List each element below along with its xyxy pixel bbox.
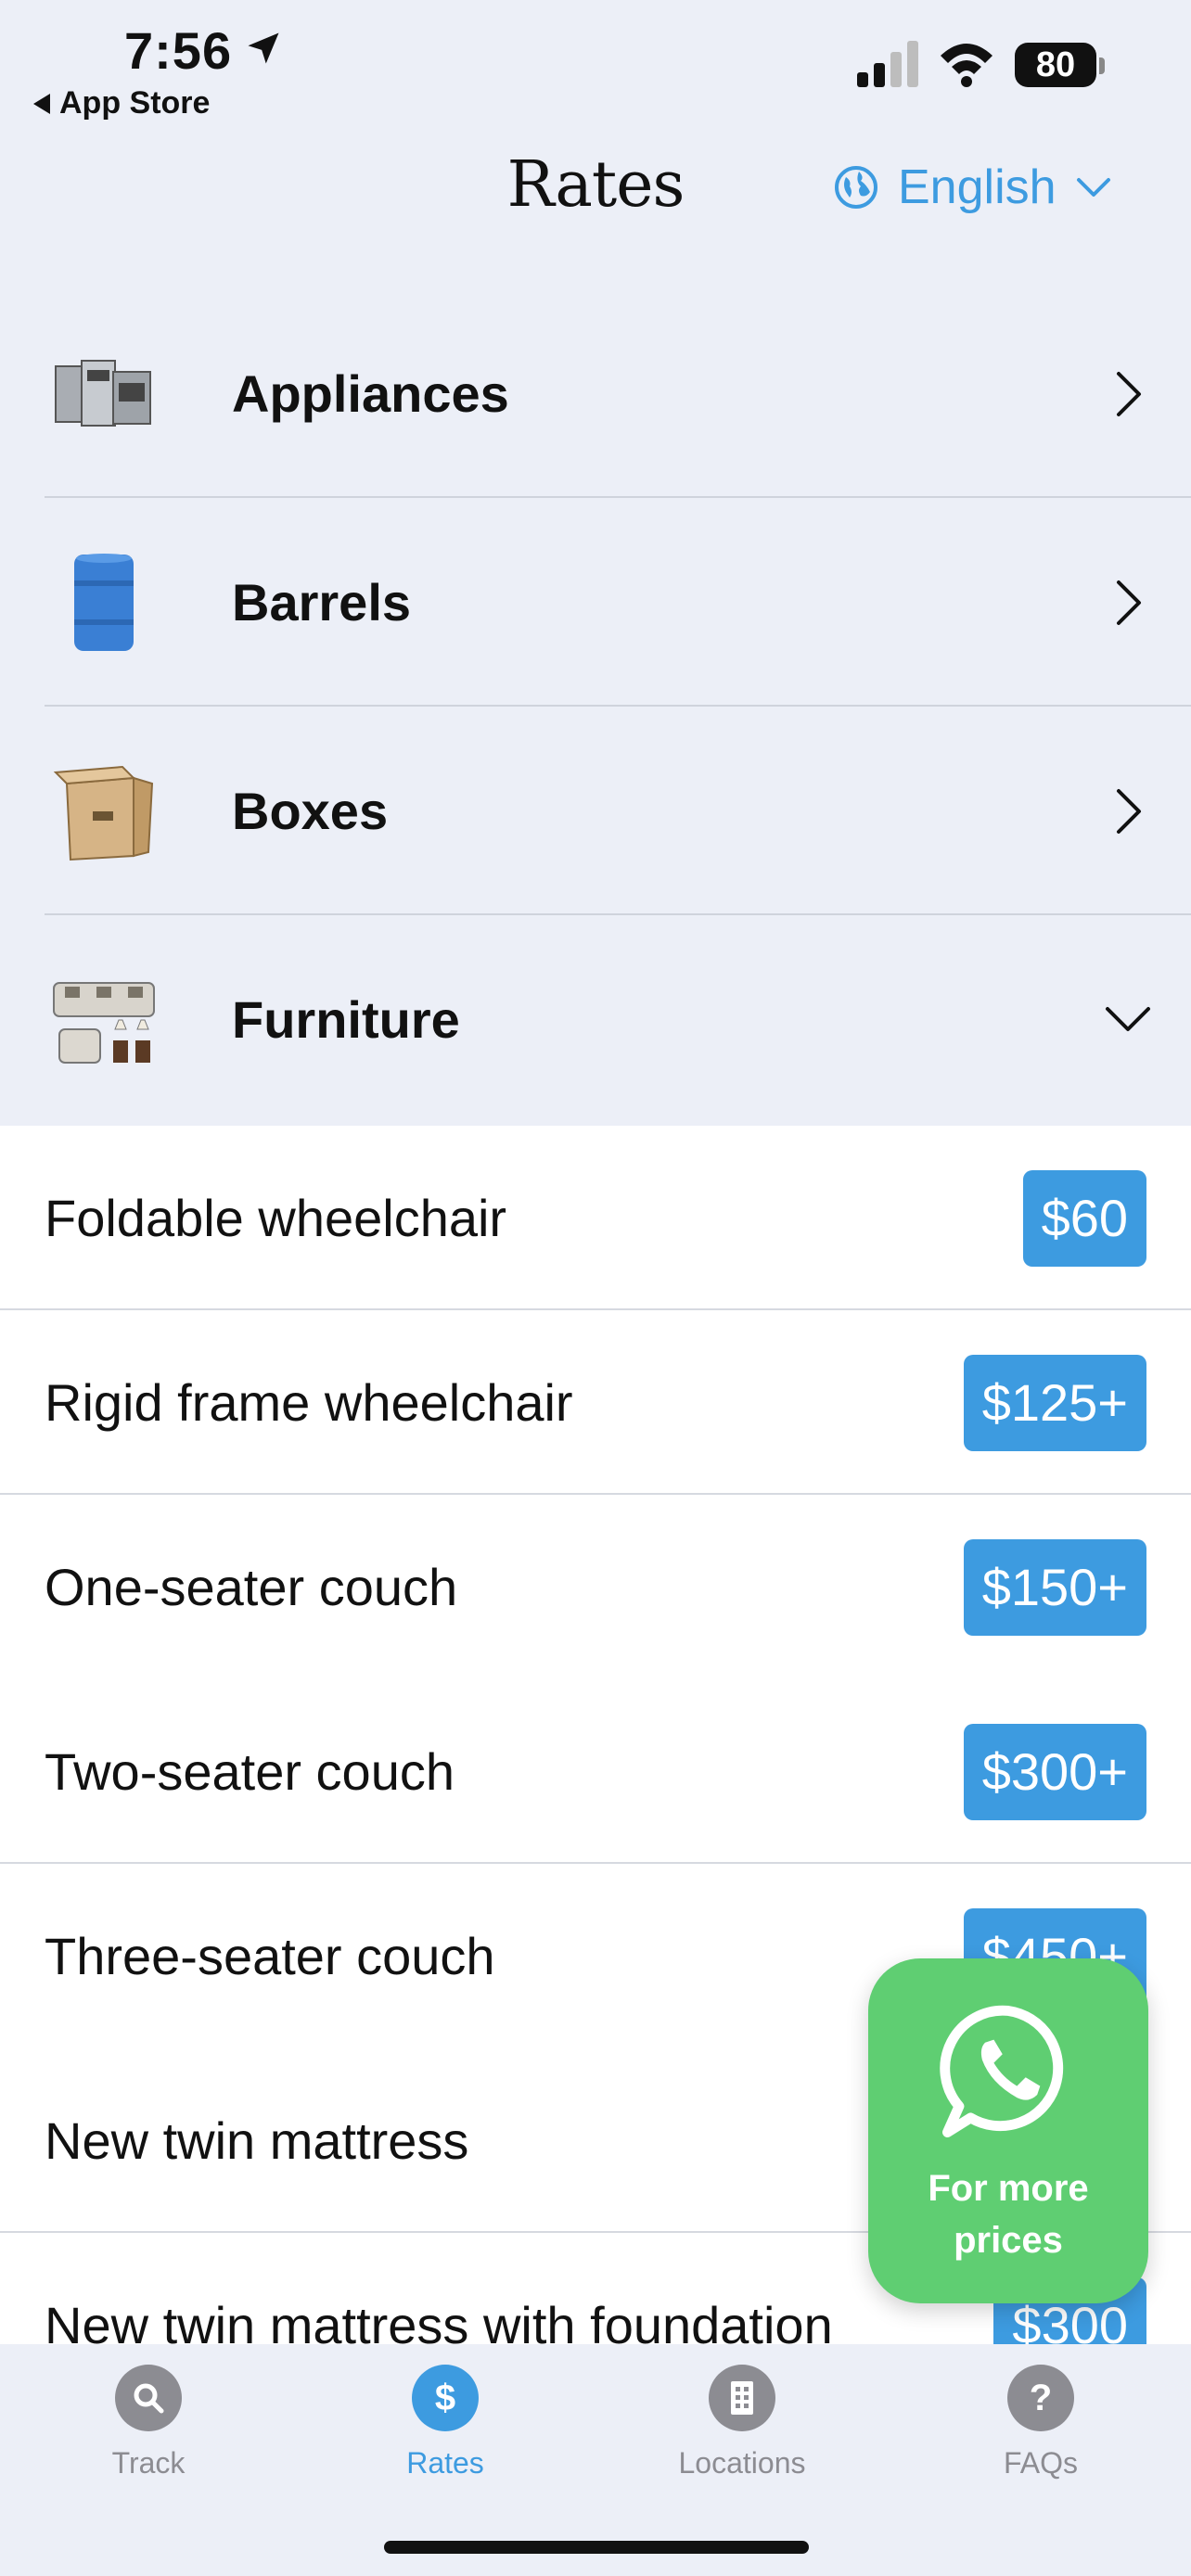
location-arrow-icon [248,32,279,64]
item-name: New twin mattress with foundation [45,2296,833,2344]
back-app-label: App Store [59,85,211,121]
price-badge: $125+ [963,1354,1146,1451]
appliances-thumbnail [55,359,151,427]
category-list: Appliances Barrels Boxes Furniture [0,289,1191,1124]
tab-faqs[interactable]: ? FAQs [939,2365,1143,2480]
whatsapp-button-label: For more prices [928,2168,1089,2261]
tab-track[interactable]: Track [46,2365,250,2480]
item-name: New twin mattress [45,2111,469,2170]
language-selector[interactable]: English [833,159,1112,215]
chevron-right-icon [1117,371,1141,416]
box-thumbnail [53,765,154,861]
item-name: Foldable wheelchair [45,1189,507,1247]
status-time: 7:56 [124,21,233,80]
language-label: English [898,160,1057,214]
search-icon [115,2365,182,2431]
price-badge: $150+ [963,1538,1146,1636]
question-icon: ? [1007,2365,1074,2431]
item-name: Two-seater couch [45,1742,455,1801]
whatsapp-icon [940,2005,1064,2137]
price-badge: $300+ [963,1723,1146,1820]
category-row-barrels[interactable]: Barrels [0,498,1191,707]
globe-icon [835,166,877,209]
battery-indicator: 80 [1015,43,1096,87]
chevron-down-icon [1106,1006,1150,1031]
dollar-icon: $ [412,2365,479,2431]
tab-label: Locations [678,2446,806,2480]
status-bar: 7:56 App Store 80 [0,0,1191,130]
chevron-right-icon [1117,788,1141,834]
category-row-furniture[interactable]: Furniture [0,915,1191,1124]
tab-label: Rates [406,2446,484,2480]
price-badge: $60 [1022,1169,1146,1267]
tab-label: Track [111,2446,186,2480]
cellular-signal-icon [857,41,918,87]
category-label: Boxes [232,782,389,840]
tab-locations[interactable]: Locations [640,2365,844,2480]
category-row-appliances[interactable]: Appliances [0,289,1191,498]
list-item: Two-seater couch $300+ [0,1679,1191,1864]
barrel-thumbnail [74,553,134,651]
category-label: Barrels [232,573,412,631]
category-label: Appliances [232,364,509,423]
wifi-icon [941,44,992,87]
tab-rates[interactable]: $ Rates [343,2365,547,2480]
list-item: Rigid frame wheelchair $125+ [0,1310,1191,1495]
whatsapp-more-prices-button[interactable]: For more prices [868,1958,1148,2303]
building-icon [709,2365,775,2431]
item-name: One-seater couch [45,1558,458,1616]
list-item: Foldable wheelchair $60 [0,1126,1191,1310]
list-item: One-seater couch $150+ [0,1495,1191,1679]
item-name: Rigid frame wheelchair [45,1373,573,1432]
chevron-down-icon [1076,178,1110,197]
chevron-right-icon [1117,580,1141,625]
item-name: Three-seater couch [45,1927,495,1985]
furniture-thumbnail [53,981,155,1064]
back-to-app-store[interactable]: App Store [33,85,210,121]
category-label: Furniture [232,990,460,1049]
category-row-boxes[interactable]: Boxes [0,707,1191,915]
back-triangle-icon [33,93,50,114]
tab-label: FAQs [1003,2446,1078,2480]
battery-tip [1099,57,1105,74]
home-indicator [384,2541,809,2554]
